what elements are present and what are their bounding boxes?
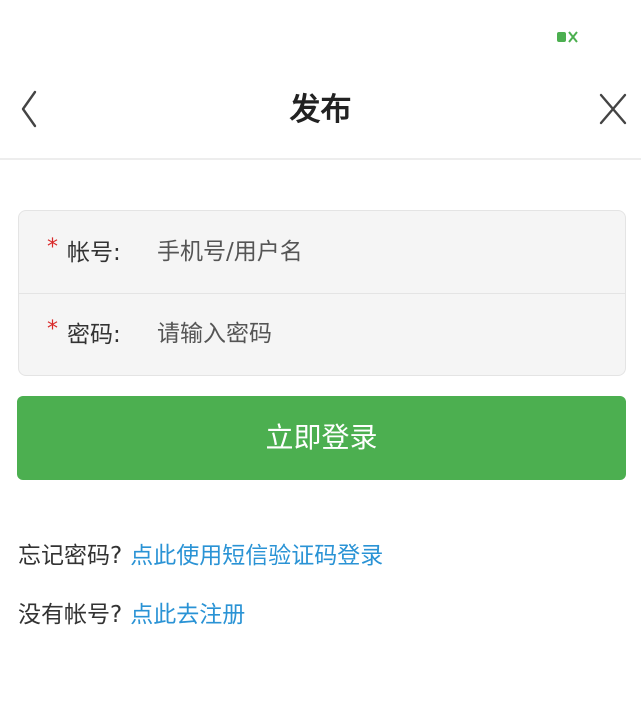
register-row: 没有帐号? 点此去注册 (18, 600, 245, 630)
login-form: * 帐号: * 密码: (18, 210, 626, 376)
no-account-prompt: 没有帐号? (18, 602, 123, 628)
required-mark: * (47, 317, 58, 342)
account-input[interactable] (157, 229, 597, 275)
password-row: * 密码: (19, 293, 625, 375)
password-input[interactable] (157, 311, 597, 357)
close-icon (599, 93, 627, 125)
forgot-password-prompt: 忘记密码? (18, 543, 123, 569)
top-navigation-bar: 发布 (0, 70, 641, 160)
forgot-password-row: 忘记密码? 点此使用短信验证码登录 (18, 541, 383, 571)
battery-charging-icon (557, 31, 578, 43)
close-button[interactable] (594, 88, 632, 130)
account-row: * 帐号: (19, 211, 625, 294)
status-bar (0, 0, 641, 70)
register-link[interactable]: 点此去注册 (130, 602, 245, 628)
required-mark: * (47, 235, 58, 260)
sms-login-link[interactable]: 点此使用短信验证码登录 (130, 543, 383, 569)
login-page: 发布 * 帐号: * 密码: 立即登录 忘记密码? 点此使用短信验证码登录 没有帐… (0, 0, 641, 720)
account-label: 帐号: (67, 240, 121, 266)
page-title: 发布 (289, 92, 352, 128)
login-button[interactable]: 立即登录 (17, 396, 626, 480)
password-label: 密码: (67, 322, 121, 348)
